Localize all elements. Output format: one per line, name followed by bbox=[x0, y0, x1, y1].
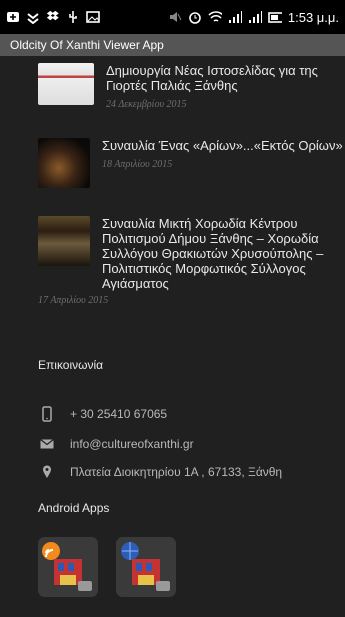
contact-email-row[interactable]: info@cultureofxanthi.gr bbox=[40, 437, 345, 451]
post-title[interactable]: Συναυλία Ένας «Αρίων»...«Εκτός Ορίων» bbox=[102, 138, 343, 153]
post-date: 18 Απριλίου 2015 bbox=[102, 159, 173, 170]
location-pin-icon bbox=[40, 465, 54, 479]
post-item[interactable]: Συναυλία Μικτή Χορωδία Κέντρου Πολιτισμο… bbox=[0, 216, 345, 291]
post-date: 17 Απριλίου 2015 bbox=[38, 295, 109, 306]
contact-phone[interactable]: + 30 25410 67065 bbox=[70, 407, 167, 421]
contact-address-row[interactable]: Πλατεία Διοικητηρίου 1Α , 67133, Ξάνθη bbox=[40, 465, 345, 479]
notification-icon bbox=[6, 10, 20, 24]
app-title: Oldcity Of Xanthi Viewer App bbox=[10, 38, 164, 52]
signal-icon bbox=[228, 10, 242, 24]
status-bar: 1:53 μ.μ. bbox=[0, 0, 345, 34]
post-date: 24 Δεκεμβρίου 2015 bbox=[106, 99, 187, 110]
app-icon-globe[interactable] bbox=[116, 537, 176, 597]
wifi-icon bbox=[208, 10, 222, 24]
contact-section-title: Επικοινωνία bbox=[38, 358, 104, 372]
battery-icon bbox=[268, 10, 282, 24]
envelope-icon bbox=[40, 439, 54, 449]
post-item[interactable]: Συναυλία Ένας «Αρίων»...«Εκτός Ορίων» 18… bbox=[0, 138, 345, 188]
signal-icon-2 bbox=[248, 10, 262, 24]
app-title-bar: Oldcity Of Xanthi Viewer App bbox=[0, 34, 345, 56]
post-thumbnail[interactable] bbox=[38, 63, 94, 105]
post-thumbnail[interactable] bbox=[38, 138, 90, 188]
post-thumbnail[interactable] bbox=[38, 216, 90, 266]
post-title[interactable]: Συναυλία Μικτή Χορωδία Κέντρου Πολιτισμο… bbox=[102, 216, 345, 291]
apps-row bbox=[38, 537, 345, 597]
post-title[interactable]: Δημιουργία Νέας Ιστοσελίδας για της Γιορ… bbox=[106, 63, 345, 93]
mute-icon bbox=[168, 10, 182, 24]
usb-icon bbox=[66, 10, 80, 24]
apps-section-title: Android Apps bbox=[38, 501, 110, 515]
post-item[interactable]: Δημιουργία Νέας Ιστοσελίδας για της Γιορ… bbox=[0, 63, 345, 110]
contact-address[interactable]: Πλατεία Διοικητηρίου 1Α , 67133, Ξάνθη bbox=[70, 465, 282, 479]
dropbox-icon bbox=[46, 10, 60, 24]
status-time: 1:53 μ.μ. bbox=[287, 9, 339, 25]
content-area: Δημιουργία Νέας Ιστοσελίδας για της Γιορ… bbox=[0, 63, 345, 597]
alarm-icon bbox=[188, 10, 202, 24]
phone-icon bbox=[40, 406, 54, 422]
contact-phone-row[interactable]: + 30 25410 67065 bbox=[40, 406, 345, 422]
image-icon bbox=[86, 10, 100, 24]
download-icon bbox=[26, 10, 40, 24]
app-icon-rss[interactable] bbox=[38, 537, 98, 597]
contact-email[interactable]: info@cultureofxanthi.gr bbox=[70, 437, 194, 451]
